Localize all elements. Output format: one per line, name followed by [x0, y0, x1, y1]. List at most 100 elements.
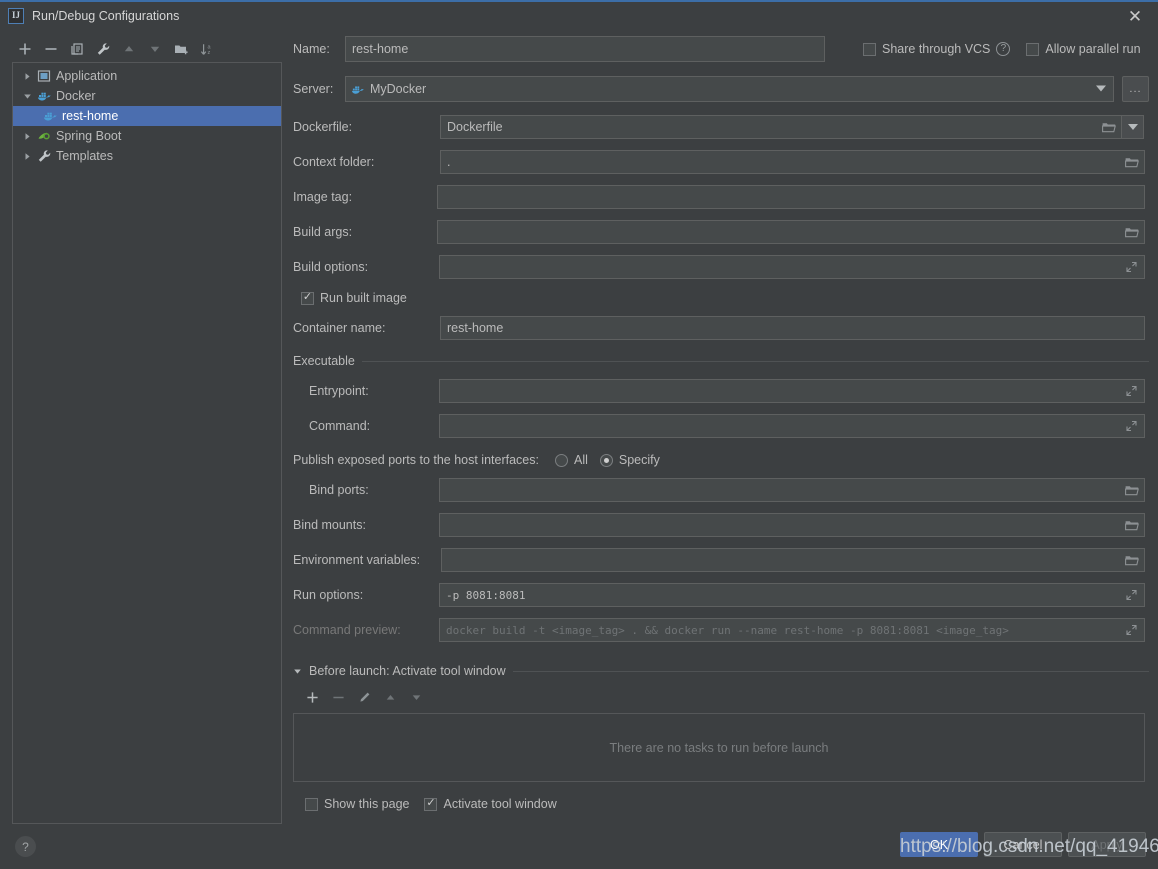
before-launch-header[interactable]: Before launch: Activate tool window — [293, 664, 1149, 678]
task-move-down-button[interactable] — [403, 684, 429, 710]
application-icon — [35, 69, 53, 83]
container-name-row: Container name: rest-home — [293, 316, 1149, 340]
activate-tool-window-checkbox-box[interactable] — [424, 797, 438, 811]
build-options-input[interactable] — [439, 255, 1145, 279]
build-options-row: Build options: — [293, 255, 1149, 279]
new-folder-button[interactable] — [168, 36, 194, 62]
add-configuration-button[interactable] — [12, 36, 38, 62]
allow-parallel-run-checkbox[interactable]: Allow parallel run — [1026, 42, 1141, 56]
name-row: Name: rest-home Share through VCS ? Allo… — [293, 36, 1149, 62]
folder-browse-icon[interactable] — [1124, 518, 1139, 533]
run-built-image-checkbox[interactable]: Run built image — [301, 291, 407, 305]
publish-specify-radio[interactable]: Specify — [599, 453, 660, 467]
bind-ports-row: Bind ports: — [293, 478, 1149, 502]
build-args-input[interactable] — [437, 220, 1145, 244]
entrypoint-label: Entrypoint: — [309, 384, 369, 398]
help-button[interactable]: ? — [15, 836, 36, 857]
tree-item-application[interactable]: Application — [13, 66, 281, 86]
bind-mounts-label: Bind mounts: — [293, 518, 366, 532]
run-options-value: -p 8081:8081 — [446, 588, 526, 602]
edit-templates-wrench-icon[interactable] — [90, 36, 116, 62]
build-args-row: Build args: — [293, 220, 1149, 244]
folder-browse-icon[interactable] — [1101, 120, 1116, 135]
server-combobox[interactable]: MyDocker — [344, 76, 1115, 102]
command-preview-value: docker build -t <image_tag> . && docker … — [446, 623, 1009, 637]
expand-editor-icon[interactable] — [1124, 623, 1139, 638]
close-icon[interactable]: ✕ — [1112, 2, 1158, 31]
run-options-input[interactable]: -p 8081:8081 — [439, 583, 1145, 607]
command-preview-input: docker build -t <image_tag> . && docker … — [439, 618, 1145, 642]
share-vcs-checkbox-box[interactable] — [863, 42, 876, 56]
publish-ports-row: Publish exposed ports to the host interf… — [293, 453, 1149, 467]
add-task-button[interactable] — [299, 684, 325, 710]
remove-configuration-button[interactable] — [38, 36, 64, 62]
publish-specify-radio-button[interactable] — [599, 453, 613, 467]
before-launch-tasks-list[interactable]: There are no tasks to run before launch — [293, 713, 1145, 782]
expand-arrow-collapsed-icon[interactable] — [19, 148, 35, 164]
expand-editor-icon[interactable] — [1124, 419, 1139, 434]
expand-editor-icon[interactable] — [1124, 588, 1139, 603]
publish-all-radio-button[interactable] — [554, 453, 568, 467]
folder-browse-icon[interactable] — [1124, 225, 1139, 240]
tree-item-spring-boot[interactable]: Spring Boot — [13, 126, 281, 146]
configurations-tree[interactable]: Application Docker rest-home Spring Boot… — [12, 62, 282, 824]
tree-item-docker[interactable]: Docker — [13, 86, 281, 106]
share-through-vcs-checkbox[interactable]: Share through VCS ? — [863, 42, 1011, 56]
name-input[interactable]: rest-home — [345, 36, 825, 62]
before-launch-options-row: Show this page Activate tool window — [293, 797, 1149, 811]
apply-button[interactable]: Apply — [1068, 832, 1146, 857]
move-up-button[interactable] — [116, 36, 142, 62]
docker-icon — [35, 89, 53, 103]
tree-item-rest-home[interactable]: rest-home — [13, 106, 281, 126]
environment-variables-input[interactable] — [441, 548, 1145, 572]
configuration-form: Name: rest-home Share through VCS ? Allo… — [293, 36, 1149, 811]
move-down-button[interactable] — [142, 36, 168, 62]
sort-configurations-button[interactable]: a z — [194, 36, 220, 62]
before-launch-toolbar — [293, 684, 1149, 710]
executable-group-header: Executable — [293, 354, 1149, 368]
allow-parallel-checkbox-box[interactable] — [1026, 42, 1040, 56]
bind-ports-input[interactable] — [439, 478, 1145, 502]
expand-editor-icon[interactable] — [1124, 384, 1139, 399]
publish-all-label: All — [573, 453, 588, 467]
executable-group-label: Executable — [293, 354, 355, 368]
task-move-up-button[interactable] — [377, 684, 403, 710]
dockerfile-input[interactable]: Dockerfile — [440, 115, 1122, 139]
chevron-down-icon[interactable] — [1093, 82, 1108, 97]
image-tag-input[interactable] — [437, 185, 1145, 209]
collapse-arrow-icon[interactable] — [293, 667, 302, 676]
activate-tool-window-checkbox[interactable]: Activate tool window — [424, 797, 557, 811]
dockerfile-dropdown-button[interactable] — [1122, 115, 1144, 139]
remove-task-button[interactable] — [325, 684, 351, 710]
activate-tool-window-label: Activate tool window — [443, 797, 557, 811]
entrypoint-input[interactable] — [439, 379, 1145, 403]
context-folder-input[interactable]: . — [440, 150, 1145, 174]
expand-arrow-collapsed-icon[interactable] — [19, 128, 35, 144]
run-built-image-checkbox-box[interactable] — [301, 291, 314, 305]
command-label: Command: — [309, 419, 371, 433]
cancel-button[interactable]: Cancel — [984, 832, 1062, 857]
context-folder-value: . — [447, 155, 451, 169]
tree-item-label: Docker — [56, 89, 96, 103]
folder-browse-icon[interactable] — [1124, 553, 1139, 568]
expand-arrow-expanded-icon[interactable] — [19, 88, 35, 104]
copy-configuration-button[interactable] — [64, 36, 90, 62]
folder-browse-icon[interactable] — [1124, 483, 1139, 498]
publish-all-radio[interactable]: All — [554, 453, 588, 467]
expand-editor-icon[interactable] — [1124, 260, 1139, 275]
server-browse-button[interactable]: ... — [1122, 76, 1149, 102]
share-vcs-help-icon[interactable]: ? — [996, 42, 1011, 56]
empty-tasks-message: There are no tasks to run before launch — [609, 740, 829, 755]
container-name-input[interactable]: rest-home — [440, 316, 1145, 340]
bind-mounts-input[interactable] — [439, 513, 1145, 537]
edit-task-pencil-icon[interactable] — [351, 684, 377, 710]
command-input[interactable] — [439, 414, 1145, 438]
show-this-page-checkbox-box[interactable] — [305, 797, 318, 811]
command-preview-label: Command preview: — [293, 623, 401, 637]
ok-button[interactable]: OK — [900, 832, 978, 857]
show-this-page-checkbox[interactable]: Show this page — [305, 797, 409, 811]
expand-arrow-collapsed-icon[interactable] — [19, 68, 35, 84]
tree-item-templates[interactable]: Templates — [13, 146, 281, 166]
share-vcs-label: Share through VCS — [882, 42, 991, 56]
folder-browse-icon[interactable] — [1124, 155, 1139, 170]
